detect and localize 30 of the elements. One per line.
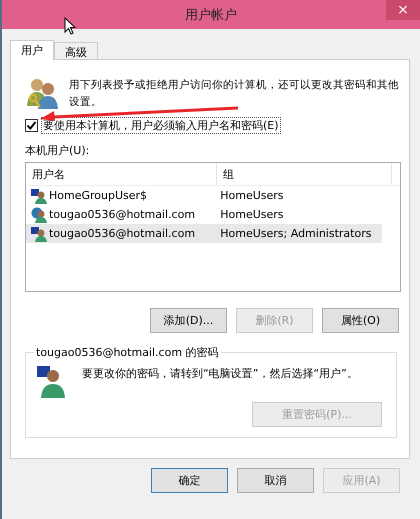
tab[interactable]: 用户 xyxy=(10,40,54,60)
group-name: HomeUsers xyxy=(219,208,285,221)
window-title: 用户帐户 xyxy=(185,6,237,24)
close-button[interactable]: × xyxy=(386,0,420,20)
column-header[interactable]: 组 xyxy=(216,163,391,185)
user-name: tougao0536@hotmail.com xyxy=(49,208,196,221)
group-name: HomeUsers xyxy=(219,189,285,202)
intro-text: 用下列表授予或拒绝用户访问你的计算机，还可以更改其密码和其他设置。 xyxy=(69,78,400,110)
users-key-icon xyxy=(25,76,59,110)
group-name: HomeUsers; Administrators xyxy=(219,227,372,240)
user-monitor-icon xyxy=(31,188,47,204)
user-globe-icon xyxy=(31,206,47,222)
users-list-label: 本机用户(U): xyxy=(25,143,90,158)
tab[interactable]: 高级 xyxy=(54,42,98,59)
user-monitor-icon xyxy=(36,364,66,398)
group-title: tougao0536@hotmail.com 的密码 xyxy=(35,345,220,360)
password-message: 要更改你的密码，请转到“电脑设置”，然后选择“用户”。 xyxy=(82,366,358,381)
user-name: HomeGroupUser$ xyxy=(49,189,148,202)
column-header[interactable]: 用户名 xyxy=(26,163,216,185)
user-row[interactable]: HomeGroupUser$ HomeUsers xyxy=(26,186,382,205)
user-action-button[interactable]: 属性(O) xyxy=(322,308,399,333)
mouse-cursor-icon xyxy=(64,17,76,35)
checkbox[interactable] xyxy=(25,119,38,132)
user-name: tougao0536@hotmail.com xyxy=(49,227,196,240)
dialog-button[interactable]: 取消 xyxy=(237,468,314,493)
user-row[interactable]: tougao0536@hotmail.com HomeUsers; Administrators xyxy=(26,224,382,243)
user-action-button[interactable]: 添加(D)... xyxy=(150,308,227,333)
dialog-button[interactable]: 确定 xyxy=(151,468,228,493)
user-row[interactable]: tougao0536@hotmail.com HomeUsers xyxy=(26,205,382,224)
user-monitor-icon xyxy=(31,226,47,242)
